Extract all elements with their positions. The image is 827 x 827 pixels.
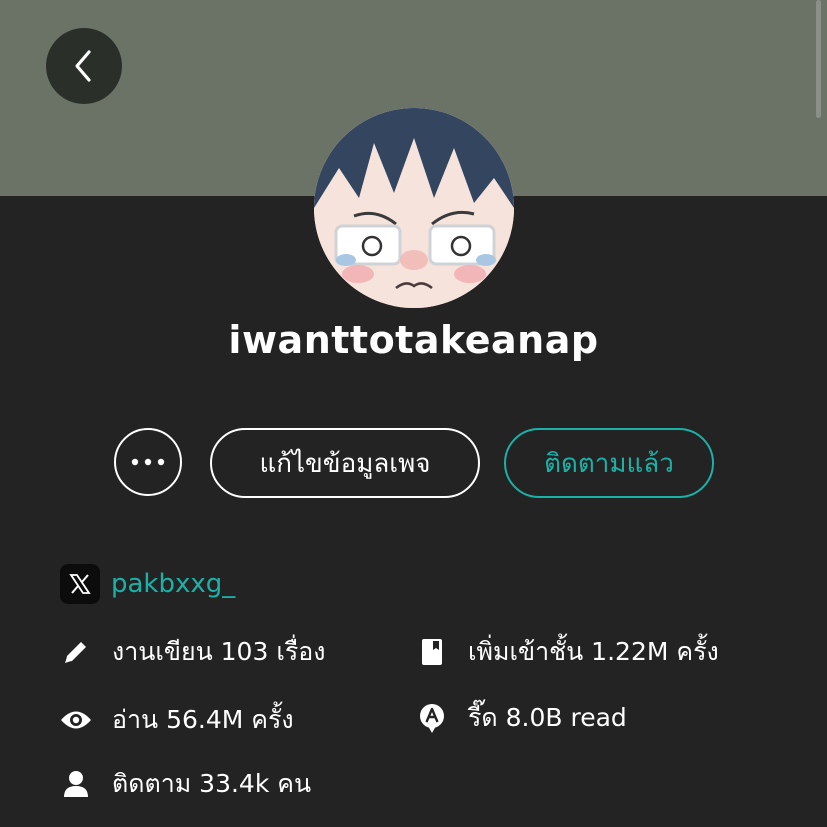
social-link[interactable]: pakbxxg_ [60, 564, 235, 604]
avatar[interactable] [314, 108, 514, 308]
stat-reads: อ่าน 56.4M ครั้ง [60, 700, 294, 740]
stat-read-badge: รี๊ด 8.0B read [416, 698, 627, 738]
stat-followers-text: ติดตาม 33.4k คน [112, 769, 312, 798]
stat-library: เพิ่มเข้าชั้น 1.22M ครั้ง [416, 632, 719, 672]
person-icon [60, 768, 92, 800]
pencil-icon [60, 636, 92, 668]
back-button[interactable] [46, 28, 122, 104]
stat-works: งานเขียน 103 เรื่อง [60, 632, 326, 672]
username: iwanttotakeanap [228, 318, 599, 362]
stat-read-badge-text: รี๊ด 8.0B read [468, 703, 627, 732]
eye-icon [60, 704, 92, 736]
stat-reads-text: อ่าน 56.4M ครั้ง [112, 705, 294, 734]
stat-followers: ติดตาม 33.4k คน [60, 764, 311, 804]
avatar-illustration [314, 108, 514, 308]
social-handle[interactable]: pakbxxg_ [111, 569, 235, 599]
x-icon [60, 564, 100, 604]
scrollbar[interactable] [816, 0, 821, 118]
edit-page-button[interactable]: แก้ไขข้อมูลเพจ [210, 428, 480, 498]
speech-bubble-a-icon [416, 702, 448, 734]
stat-works-text: งานเขียน 103 เรื่อง [112, 637, 326, 666]
following-button[interactable]: ติดตามแล้ว [504, 428, 714, 498]
chevron-left-icon [75, 50, 91, 82]
more-options-button[interactable] [114, 428, 182, 496]
book-icon [416, 636, 448, 668]
more-horizontal-icon [131, 458, 165, 466]
stat-library-text: เพิ่มเข้าชั้น 1.22M ครั้ง [468, 637, 719, 666]
